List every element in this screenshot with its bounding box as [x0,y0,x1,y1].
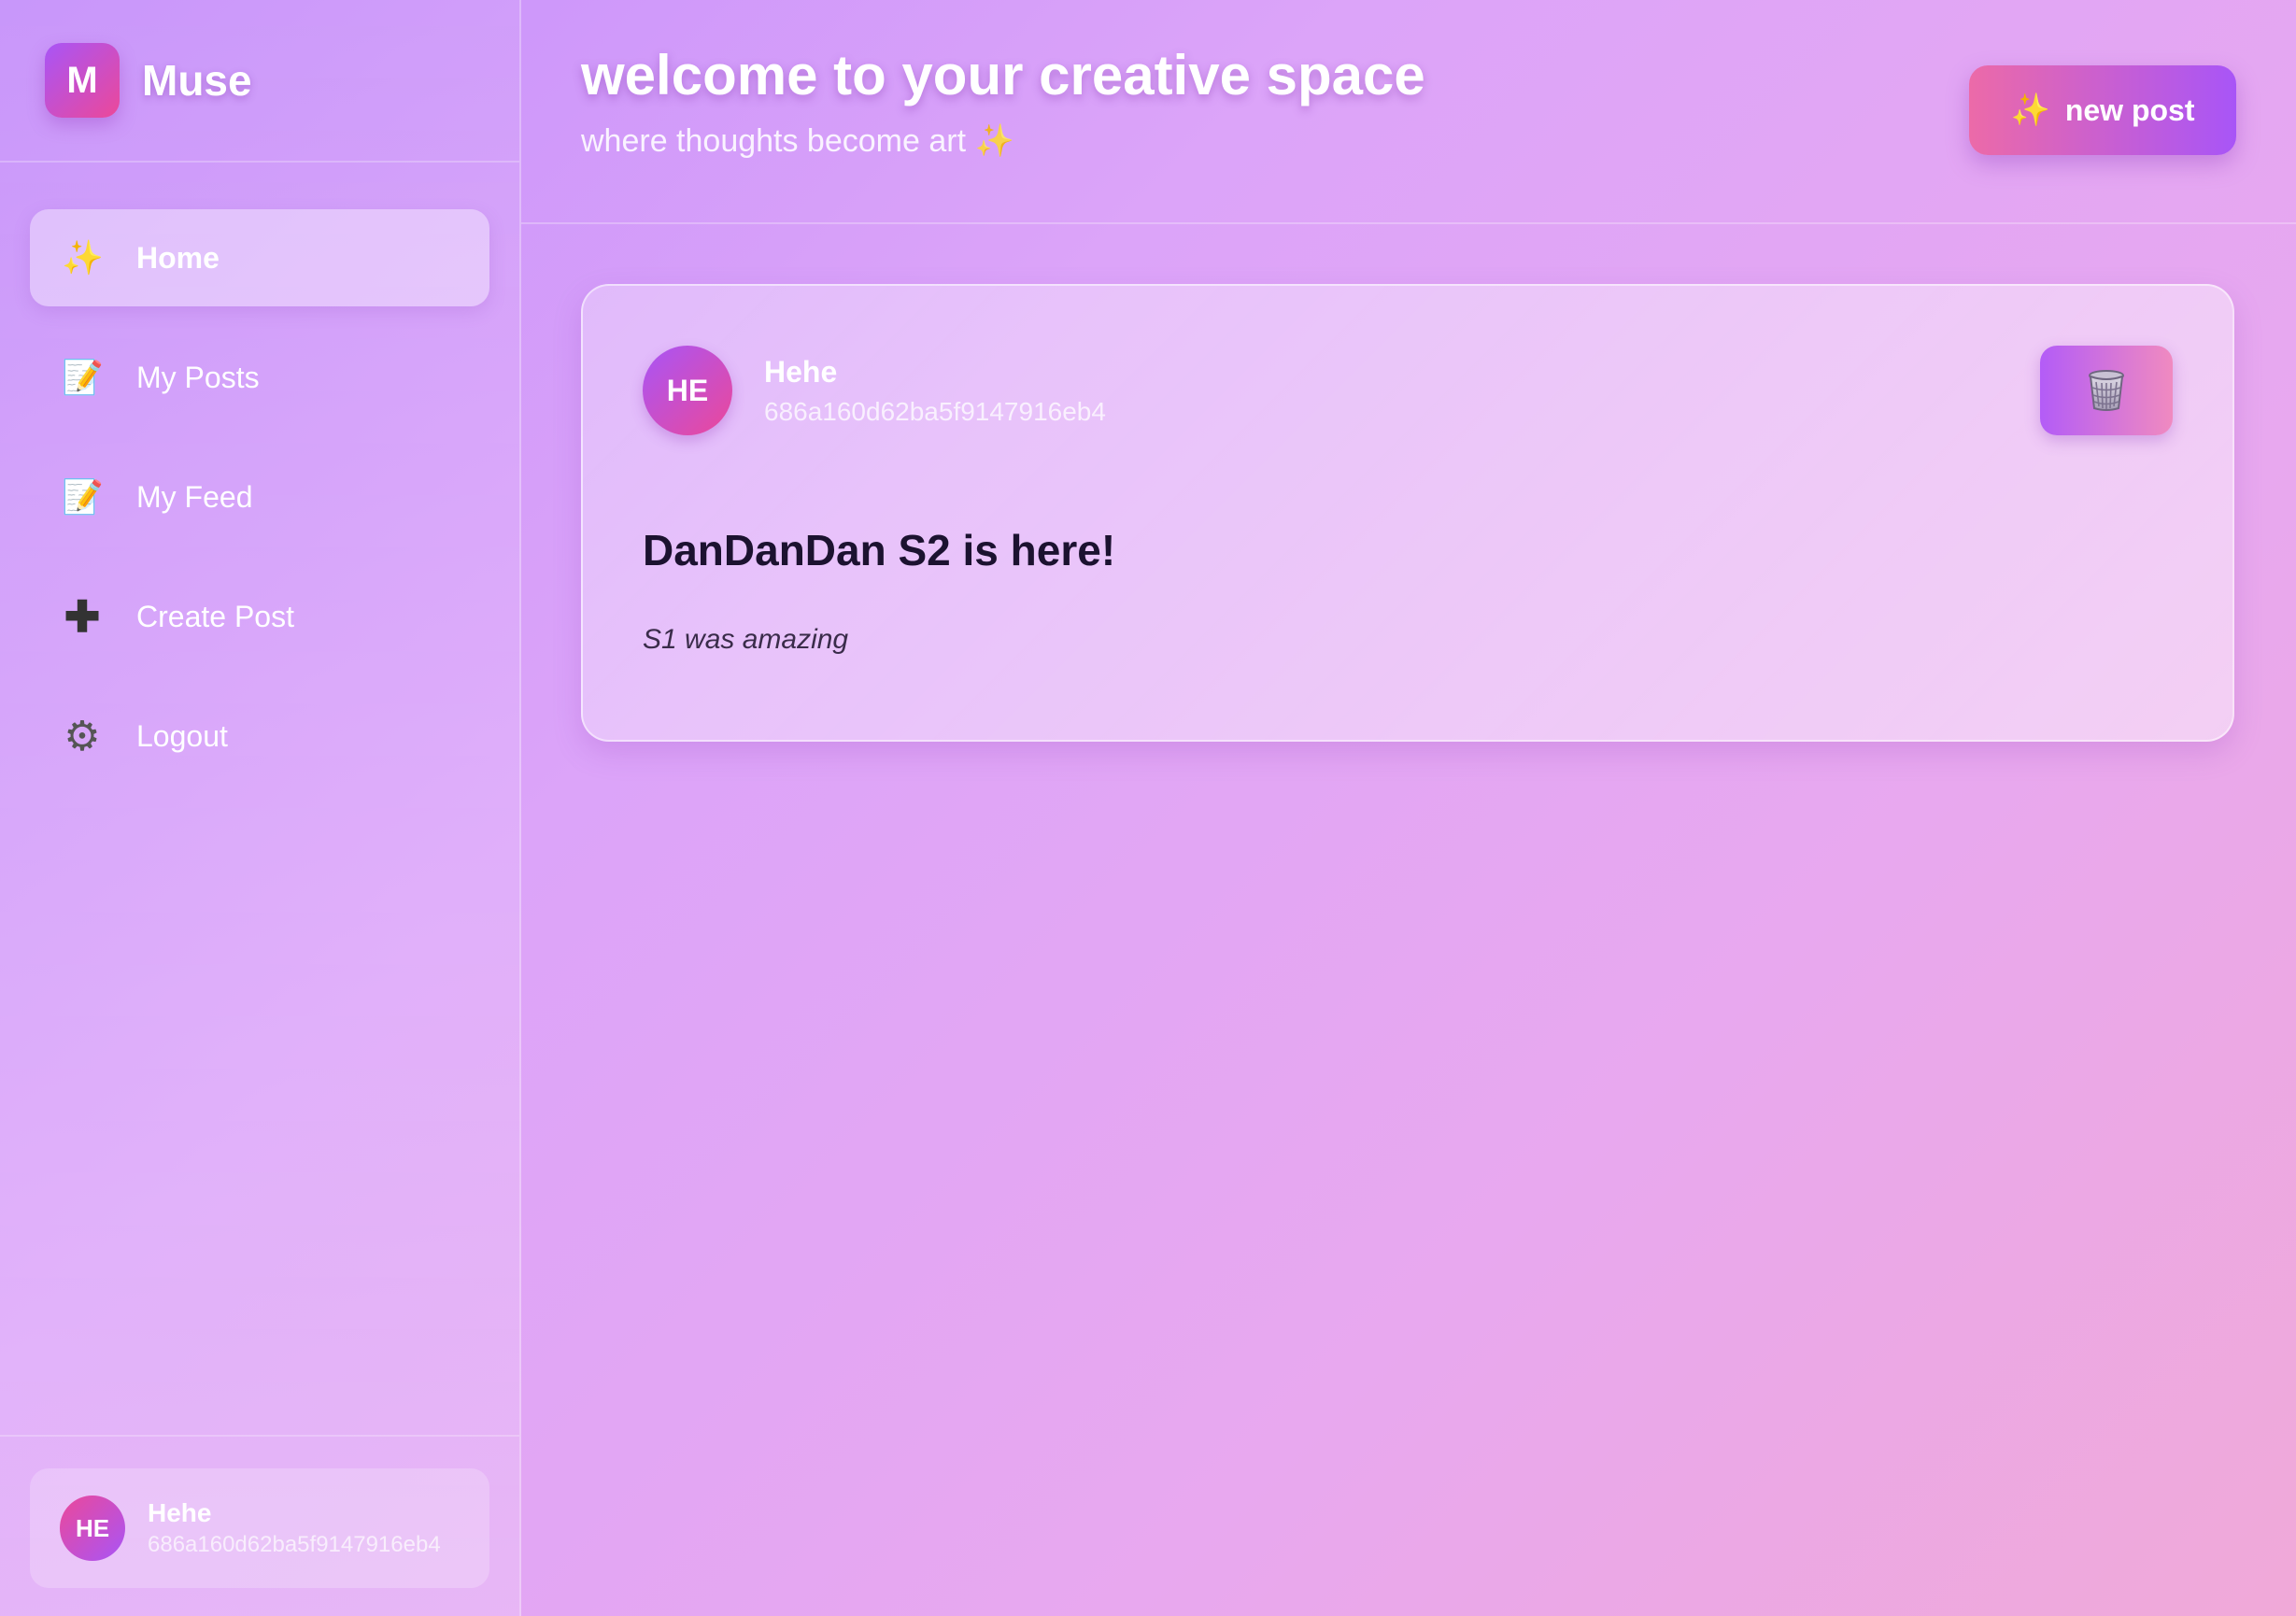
post-title[interactable]: DanDanDan S2 is here! [643,525,2173,575]
sidebar-item-label: Logout [136,718,228,753]
user-id: 686a160d62ba5f9147916eb4 [148,1532,441,1557]
author-name[interactable]: Hehe [764,355,1106,390]
brand-logo: M [45,43,120,118]
sparkles-icon: ✨ [2010,92,2050,128]
brand[interactable]: M Muse [0,0,519,163]
sidebar-nav: ✨ Home 📝 My Posts 📝 My Feed ✚ Create Pos… [0,163,519,785]
delete-post-button[interactable] [2040,346,2173,435]
new-post-button[interactable]: ✨ new post [1969,65,2236,155]
avatar: HE [60,1496,125,1561]
sidebar-item-label: My Posts [136,360,260,394]
sidebar-item-home[interactable]: ✨ Home [30,209,489,306]
author-meta: Hehe 686a160d62ba5f9147916eb4 [764,355,1106,427]
plus-icon: ✚ [64,592,101,641]
author-avatar[interactable]: HE [643,346,732,435]
post-card: HE Hehe 686a160d62ba5f9147916eb4 DanDanD… [581,284,2234,742]
sidebar: M Muse ✨ Home 📝 My Posts 📝 My Feed ✚ Cre… [0,0,521,1616]
sidebar-item-my-feed[interactable]: 📝 My Feed [30,448,489,546]
memo-icon: 📝 [62,358,104,396]
post-list: HE Hehe 686a160d62ba5f9147916eb4 DanDanD… [521,224,2296,801]
current-user-card[interactable]: HE Hehe 686a160d62ba5f9147916eb4 [30,1468,489,1588]
memo-icon: 📝 [62,477,104,516]
sidebar-footer: HE Hehe 686a160d62ba5f9147916eb4 [0,1435,519,1616]
sidebar-item-label: Create Post [136,599,294,633]
sidebar-item-my-posts[interactable]: 📝 My Posts [30,329,489,426]
user-name: Hehe [148,1498,212,1527]
sidebar-item-label: My Feed [136,479,253,514]
gear-icon: ⚙ [64,713,101,759]
user-meta: Hehe 686a160d62ba5f9147916eb4 [148,1498,441,1558]
sparkles-icon: ✨ [62,238,104,276]
main-content: welcome to your creative space where tho… [521,0,2296,1616]
new-post-label: new post [2064,92,2195,127]
app-window: M Muse ✨ Home 📝 My Posts 📝 My Feed ✚ Cre… [0,0,2296,1616]
post-header: HE Hehe 686a160d62ba5f9147916eb4 [643,346,2173,435]
brand-name: Muse [142,56,252,105]
sidebar-item-create-post[interactable]: ✚ Create Post [30,568,489,665]
sidebar-item-label: Home [136,240,220,275]
sidebar-item-logout[interactable]: ⚙ Logout [30,688,489,785]
author-id: 686a160d62ba5f9147916eb4 [764,396,1106,426]
page-header: welcome to your creative space where tho… [521,0,2296,224]
post-body: S1 was amazing [643,624,849,655]
trash-icon [2089,370,2124,411]
